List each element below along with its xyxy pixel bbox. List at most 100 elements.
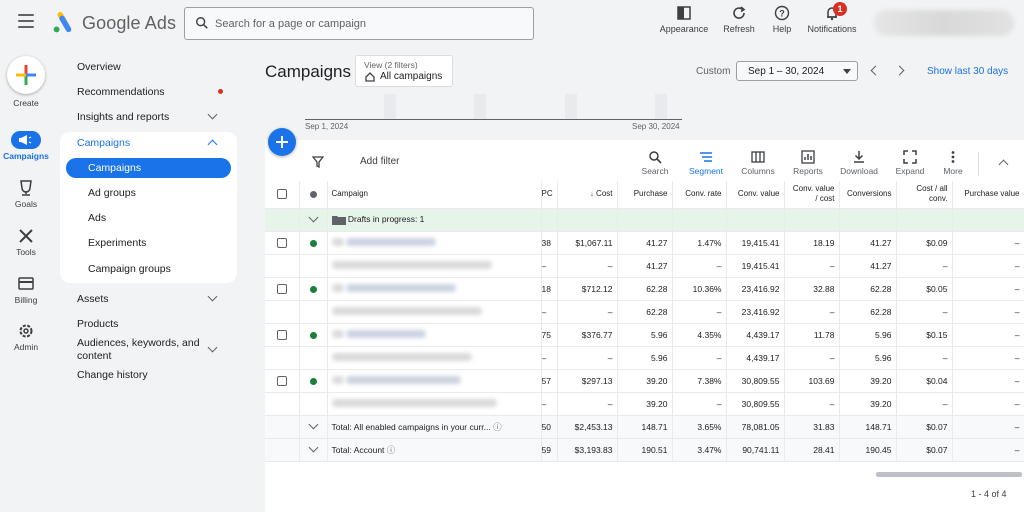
cell-conv-value: 19,415.41 bbox=[726, 231, 785, 255]
rail-item-goals[interactable]: Goals bbox=[0, 179, 52, 209]
nav-insights[interactable]: Insights and reports bbox=[77, 111, 169, 123]
show-last-30-days-link[interactable]: Show last 30 days bbox=[927, 66, 1008, 77]
toolbar-more-button[interactable]: More bbox=[936, 150, 970, 176]
row-checkbox[interactable] bbox=[276, 237, 287, 248]
nav-sub-campaign-groups[interactable]: Campaign groups bbox=[88, 263, 171, 275]
nav-overview[interactable]: Overview bbox=[77, 61, 121, 73]
col-cost[interactable]: ↓ Cost bbox=[557, 181, 618, 209]
chevron-right-icon[interactable] bbox=[894, 65, 905, 76]
toolbar-search-button[interactable]: Search bbox=[636, 150, 674, 176]
info-icon[interactable]: ⓘ bbox=[387, 445, 396, 455]
tools-icon bbox=[11, 227, 41, 245]
chevron-down-icon[interactable] bbox=[308, 212, 318, 222]
campaign-name-blurred[interactable] bbox=[345, 237, 436, 246]
col-cost-all-conv[interactable]: Cost / all conv. bbox=[896, 181, 953, 209]
rail-label-goals: Goals bbox=[14, 199, 38, 209]
cell-purchase-value: – bbox=[952, 346, 1024, 370]
table-row[interactable]: 57 $297.13 39.20 7.38% 30,809.55 103.69 … bbox=[265, 369, 1024, 393]
table-row[interactable]: 18 $712.12 62.28 10.36% 23,416.92 32.88 … bbox=[265, 277, 1024, 301]
drafts-row[interactable]: Drafts in progress: 1 bbox=[265, 208, 1024, 232]
cell-conversions: 190.45 bbox=[839, 438, 897, 462]
toolbar-columns-button[interactable]: Columns bbox=[736, 150, 780, 176]
chevron-down-icon[interactable] bbox=[207, 109, 218, 120]
megaphone-icon bbox=[11, 131, 41, 149]
nav-sub-ads[interactable]: Ads bbox=[88, 212, 106, 224]
cell-purchase-value: – bbox=[952, 323, 1024, 347]
nav-sub-ad-groups[interactable]: Ad groups bbox=[88, 187, 136, 199]
help-button[interactable]: ? Help bbox=[767, 5, 797, 34]
toolbar-download-button[interactable]: Download bbox=[836, 150, 882, 176]
chevron-left-icon[interactable] bbox=[870, 65, 881, 76]
cell-conv-rate: – bbox=[672, 346, 727, 370]
row-checkbox[interactable] bbox=[276, 283, 287, 294]
toolbar-expand-button[interactable]: Expand bbox=[890, 150, 930, 176]
cell-conversions: 148.71 bbox=[839, 415, 897, 439]
col-conv-value-cost[interactable]: Conv. value / cost bbox=[784, 181, 840, 209]
gear-icon bbox=[11, 322, 41, 340]
col-purchase[interactable]: Purchase bbox=[617, 181, 673, 209]
nav-products[interactable]: Products bbox=[77, 318, 118, 330]
info-icon[interactable]: ⓘ bbox=[493, 422, 502, 432]
credit-card-icon bbox=[11, 275, 41, 293]
campaign-name-blurred[interactable] bbox=[345, 375, 461, 384]
search-box[interactable] bbox=[184, 7, 534, 40]
google-ads-logo bbox=[53, 12, 72, 33]
rail-item-admin[interactable]: Admin bbox=[0, 322, 52, 352]
nav-recommendations[interactable]: Recommendations bbox=[77, 86, 165, 98]
add-filter-button[interactable]: Add filter bbox=[360, 156, 399, 167]
cell-pc: – bbox=[541, 346, 558, 370]
chevron-down-icon[interactable] bbox=[207, 291, 218, 302]
view-filter-count: View (2 filters) bbox=[364, 60, 418, 70]
table-row[interactable]: 75 $376.77 5.96 4.35% 4,439.17 11.78 5.9… bbox=[265, 323, 1024, 347]
toolbar-reports-button[interactable]: Reports bbox=[788, 150, 828, 176]
search-input[interactable] bbox=[215, 14, 515, 34]
nav-audiences[interactable]: Audiences, keywords, and content bbox=[77, 337, 207, 363]
nav-assets[interactable]: Assets bbox=[77, 293, 109, 305]
view-filter-button[interactable]: View (2 filters) All campaigns bbox=[355, 55, 453, 87]
col-purchase-value[interactable]: Purchase value bbox=[952, 181, 1024, 209]
cell-cost-all-conv: – bbox=[896, 254, 953, 278]
nav-sub-experiments[interactable]: Experiments bbox=[88, 237, 146, 249]
campaign-name-blurred[interactable] bbox=[345, 329, 426, 338]
rail-item-billing[interactable]: Billing bbox=[0, 275, 52, 305]
filter-icon[interactable] bbox=[312, 156, 324, 168]
account-switcher[interactable] bbox=[874, 10, 1014, 36]
campaign-name-blurred[interactable] bbox=[345, 283, 456, 292]
col-conv-rate[interactable]: Conv. rate bbox=[672, 181, 727, 209]
col-pc[interactable]: PC bbox=[541, 181, 558, 209]
nav-campaigns-group[interactable]: Campaigns bbox=[77, 137, 130, 149]
cell-purchase: 39.20 bbox=[617, 392, 673, 416]
cell-purchase-value: – bbox=[952, 277, 1024, 301]
nav-change-history[interactable]: Change history bbox=[77, 369, 148, 381]
rail-item-campaigns[interactable]: Campaigns bbox=[0, 131, 52, 161]
cell-pc: – bbox=[541, 254, 558, 278]
col-conv-value[interactable]: Conv. value bbox=[726, 181, 785, 209]
rail-item-tools[interactable]: Tools bbox=[0, 227, 52, 257]
cell-pc: 18 bbox=[541, 277, 558, 301]
row-checkbox[interactable] bbox=[276, 375, 287, 386]
cell-purchase: 148.71 bbox=[617, 415, 673, 439]
cell-cost-all-conv: $0.09 bbox=[896, 231, 953, 255]
appearance-button[interactable]: Appearance bbox=[656, 5, 712, 34]
cell-purchase-value: – bbox=[952, 369, 1024, 393]
date-range-select[interactable]: Sep 1 – 30, 2024 bbox=[736, 61, 858, 81]
horizontal-scrollbar[interactable] bbox=[876, 472, 1022, 477]
chevron-down-icon[interactable] bbox=[308, 419, 318, 429]
table-row[interactable]: 38 $1,067.11 41.27 1.47% 19,415.41 18.19… bbox=[265, 231, 1024, 255]
chevron-down-icon[interactable] bbox=[308, 442, 318, 452]
row-checkbox[interactable] bbox=[276, 329, 287, 340]
col-campaign[interactable]: Campaign bbox=[327, 181, 542, 209]
new-campaign-button[interactable] bbox=[268, 128, 296, 156]
cell-conv-value-cost: 32.88 bbox=[784, 277, 840, 301]
pagination-info: 1 - 4 of 4 bbox=[971, 489, 1007, 499]
refresh-button[interactable]: Refresh bbox=[718, 5, 760, 34]
notifications-button[interactable]: Notifications bbox=[804, 5, 860, 34]
col-conversions[interactable]: Conversions bbox=[839, 181, 897, 209]
hamburger-menu-icon[interactable] bbox=[18, 14, 34, 28]
chevron-down-icon[interactable] bbox=[207, 342, 218, 353]
create-button[interactable] bbox=[7, 56, 45, 94]
drafts-label: Drafts in progress: 1 bbox=[347, 214, 425, 225]
select-all-checkbox[interactable] bbox=[276, 189, 287, 200]
toolbar-segment-button[interactable]: Segment bbox=[684, 150, 728, 176]
nav-sub-campaigns[interactable]: Campaigns bbox=[88, 162, 141, 174]
